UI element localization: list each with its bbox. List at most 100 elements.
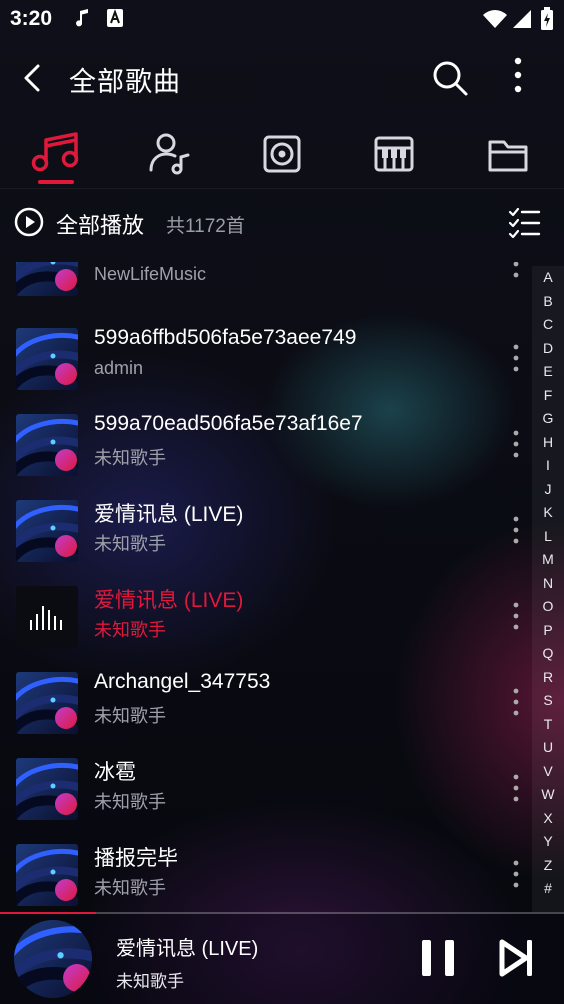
page-title: 全部歌曲: [69, 67, 181, 97]
song-title: 599a6ffbd506fa5e73aee749: [94, 326, 357, 349]
more-vertical-icon: [513, 516, 519, 544]
album-art: [16, 672, 78, 734]
album-art: [16, 758, 78, 820]
alphabet-index-letter[interactable]: T: [532, 713, 564, 737]
album-art: [16, 500, 78, 562]
battery-charging-icon: [540, 7, 554, 36]
wifi-icon: [482, 9, 508, 34]
alphabet-index-letter[interactable]: O: [532, 595, 564, 619]
more-vertical-icon: [513, 688, 519, 716]
status-time: 3:20: [10, 7, 53, 30]
list-item[interactable]: 599a6ffbd506fa5e73aee749 admin: [0, 314, 530, 400]
tab-albums[interactable]: [252, 124, 312, 184]
music-note-icon: [31, 132, 79, 172]
alphabet-index-letter[interactable]: X: [532, 807, 564, 831]
skip-next-icon: [499, 939, 532, 977]
tab-songs[interactable]: [26, 124, 86, 184]
folder-icon: [488, 140, 528, 172]
list-item[interactable]: 爱情讯息 (LIVE) 未知歌手: [0, 486, 530, 572]
list-item[interactable]: 599a6f80896bf80707c22613 NewLifeMusic: [0, 262, 530, 306]
song-artist: 未知歌手: [94, 706, 166, 726]
alphabet-index-letter[interactable]: I: [532, 454, 564, 478]
more-options-button[interactable]: [502, 54, 534, 98]
list-item[interactable]: Archangel_347753 未知歌手: [0, 658, 530, 744]
signal-icon: [512, 9, 532, 34]
alphabet-index-letter[interactable]: M: [532, 548, 564, 572]
alphabet-index-letter[interactable]: J: [532, 478, 564, 502]
pause-button[interactable]: [418, 936, 458, 980]
alphabet-index-letter[interactable]: N: [532, 572, 564, 596]
alphabet-index-letter[interactable]: L: [532, 525, 564, 549]
song-more-button[interactable]: [508, 686, 524, 720]
alphabet-index-letter[interactable]: V: [532, 760, 564, 784]
alphabet-index-letter[interactable]: Z: [532, 854, 564, 878]
alphabet-index-letter[interactable]: F: [532, 384, 564, 408]
list-item[interactable]: 冰雹 未知歌手: [0, 744, 530, 830]
play-all-label[interactable]: 全部播放: [56, 208, 144, 240]
notification-a-icon: [106, 8, 124, 33]
song-more-button[interactable]: [508, 514, 524, 548]
more-vertical-icon: [513, 430, 519, 458]
list-item[interactable]: 599a70ead506fa5e73af16e7 未知歌手: [0, 400, 530, 486]
song-title: Archangel_347753: [94, 670, 271, 693]
mini-player[interactable]: 爱情讯息 (LIVE) 未知歌手: [0, 914, 564, 1004]
tab-artists[interactable]: [140, 124, 200, 184]
alphabet-index-letter[interactable]: E: [532, 360, 564, 384]
multi-select-button[interactable]: [506, 204, 542, 240]
song-more-button[interactable]: [508, 772, 524, 806]
song-more-button[interactable]: [508, 342, 524, 376]
search-button[interactable]: [430, 58, 470, 98]
list-item[interactable]: 播报完毕 未知歌手: [0, 830, 530, 912]
alphabet-index-letter[interactable]: P: [532, 619, 564, 643]
list-item-now-playing[interactable]: 爱情讯息 (LIVE) 未知歌手: [0, 572, 530, 658]
back-button[interactable]: [18, 60, 48, 96]
song-more-button[interactable]: [508, 262, 524, 282]
app-header: 全部歌曲: [0, 40, 564, 116]
song-count: 共1172首: [166, 216, 245, 237]
alphabet-index-letter[interactable]: U: [532, 736, 564, 760]
song-list[interactable]: 599a6f80896bf80707c22613 NewLifeMusic 59…: [0, 262, 530, 912]
artist-icon: [149, 133, 190, 175]
more-vertical-icon: [513, 602, 519, 630]
tab-genres[interactable]: [364, 124, 424, 184]
category-tabs: [0, 118, 564, 188]
alphabet-index-letter[interactable]: C: [532, 313, 564, 337]
now-playing-artist: 未知歌手: [116, 972, 184, 991]
more-vertical-icon: [513, 774, 519, 802]
song-more-button[interactable]: [508, 600, 524, 634]
alphabet-index-letter[interactable]: W: [532, 783, 564, 807]
play-all-button[interactable]: [14, 207, 44, 237]
music-note-status-icon: [74, 8, 90, 33]
alphabet-index-letter[interactable]: #: [532, 877, 564, 901]
album-art: [16, 414, 78, 476]
alphabet-index-letter[interactable]: A: [532, 266, 564, 290]
alphabet-index-letter[interactable]: K: [532, 501, 564, 525]
tab-folders[interactable]: [478, 124, 538, 184]
song-title: 599a70ead506fa5e73af16e7: [94, 412, 363, 435]
alphabet-index-letter[interactable]: B: [532, 290, 564, 314]
more-vertical-icon: [514, 57, 522, 93]
alphabet-index-letter[interactable]: H: [532, 431, 564, 455]
song-more-button[interactable]: [508, 858, 524, 892]
song-title: 爱情讯息 (LIVE): [94, 589, 244, 612]
song-title: 播报完毕: [94, 847, 178, 870]
now-playing-title: 爱情讯息 (LIVE): [116, 938, 259, 960]
alphabet-index-letter[interactable]: D: [532, 337, 564, 361]
song-more-button[interactable]: [508, 428, 524, 462]
checklist-icon: [508, 207, 541, 239]
next-button[interactable]: [496, 936, 538, 980]
status-bar: 3:20: [0, 0, 564, 36]
alphabet-index[interactable]: A B C D E F G H I J K L M N O P Q R S T U V W X Y Z #: [532, 266, 564, 912]
alphabet-index-letter[interactable]: S: [532, 689, 564, 713]
alphabet-index-letter[interactable]: Q: [532, 642, 564, 666]
album-art: [16, 844, 78, 906]
active-tab-indicator: [38, 180, 74, 184]
album-art: [16, 262, 78, 296]
alphabet-index-letter[interactable]: R: [532, 666, 564, 690]
alphabet-index-letter[interactable]: Y: [532, 830, 564, 854]
alphabet-index-letter[interactable]: G: [532, 407, 564, 431]
song-artist: admin: [94, 358, 144, 378]
song-artist: 未知歌手: [94, 534, 166, 554]
play-circle-icon: [14, 207, 44, 237]
now-playing-album-art: [14, 920, 92, 998]
